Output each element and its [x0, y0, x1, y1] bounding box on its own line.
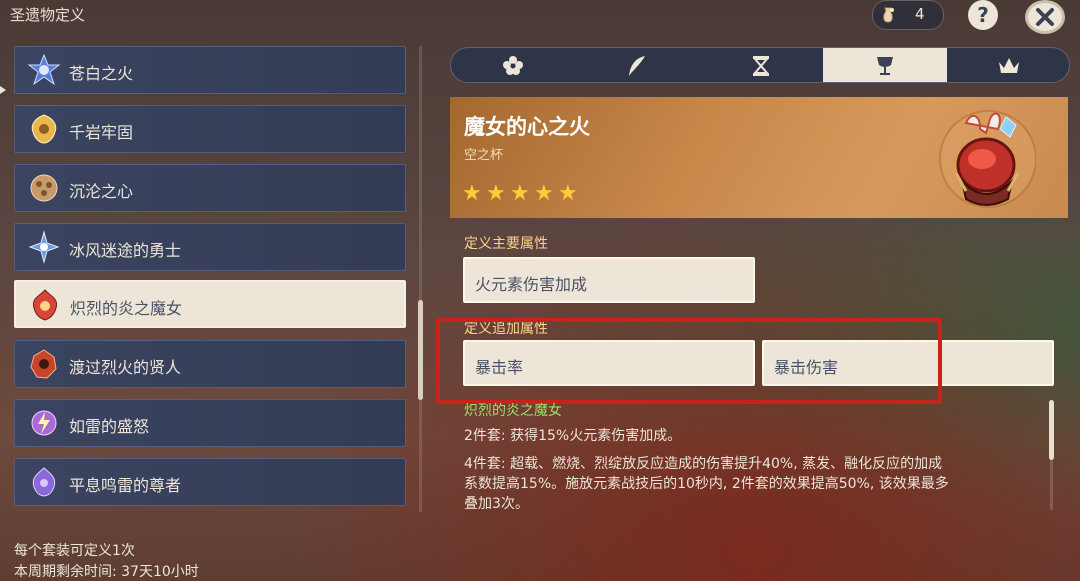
- set-item-label: 冰风迷途的勇士: [69, 241, 182, 260]
- dust-vial-icon: [883, 7, 894, 23]
- set-item[interactable]: 渡过烈火的贤人: [14, 340, 406, 388]
- set-item-selected[interactable]: 炽烈的炎之魔女: [14, 280, 406, 328]
- set-item[interactable]: 冰风迷途的勇士: [14, 223, 406, 271]
- close-icon: [1036, 8, 1054, 26]
- currency-count: 4: [915, 5, 925, 23]
- goblet-icon: [877, 57, 893, 75]
- heart-of-depth-icon: [30, 174, 58, 202]
- blizzard-strayer-icon: [28, 230, 60, 264]
- artifact-slot: 空之杯: [464, 148, 504, 163]
- page-title: 圣遗物定义: [10, 6, 86, 24]
- star-icon: ★: [462, 181, 482, 206]
- currency-counter[interactable]: 4: [872, 0, 944, 30]
- sands-icon: [752, 56, 770, 76]
- set-bonus-two-piece: 2件套: 获得15%火元素伤害加成。: [464, 428, 682, 444]
- set-item[interactable]: 千岩牢固: [14, 105, 406, 153]
- crimson-witch-icon: [32, 289, 58, 321]
- rarity-stars: ★ ★ ★ ★ ★: [462, 181, 582, 206]
- set-item[interactable]: 苍白之火: [14, 46, 406, 94]
- artifact-set-list: 苍白之火 千岩牢固 沉沦之心 冰风迷途的勇士 炽烈的炎之魔女 渡过烈火的贤人 如…: [14, 46, 408, 512]
- plume-icon: [629, 56, 645, 76]
- pale-flame-icon: [27, 53, 61, 86]
- set-item-label: 炽烈的炎之魔女: [70, 299, 183, 318]
- set-bonus-four-piece-line: 4件套: 超载、燃烧、烈绽放反应造成的伤害提升40%, 蒸发、融化反应的加成: [464, 456, 943, 472]
- cycle-remaining-time: 本周期剩余时间: 37天10小时: [14, 564, 199, 580]
- artifact-card: 魔女的心之火 空之杯 ★ ★ ★ ★ ★: [450, 97, 1068, 218]
- set-bonus-four-piece-line: 系数提高15%。施放元素战技后的10秒内, 2件套的效果提高50%, 该效果最多: [464, 476, 949, 492]
- list-scrollbar-thumb[interactable]: [418, 300, 423, 400]
- star-icon: ★: [534, 181, 554, 206]
- star-icon: ★: [558, 181, 578, 206]
- tab-circlet[interactable]: [947, 48, 1069, 82]
- thundering-fury-icon: [31, 410, 57, 436]
- artifact-slot-tabs: [450, 47, 1070, 83]
- set-item[interactable]: 沉沦之心: [14, 164, 406, 212]
- witchs-heart-flames-icon: [939, 110, 1036, 208]
- flower-icon: [503, 56, 523, 75]
- artifact-name: 魔女的心之火: [464, 115, 590, 139]
- set-item[interactable]: 如雷的盛怒: [14, 399, 406, 447]
- bonus-scrollbar-thumb[interactable]: [1049, 400, 1054, 460]
- main-stat-value: 火元素伤害加成: [475, 275, 588, 294]
- set-bonus-four-piece-line: 叠加3次。: [464, 496, 529, 512]
- tenacity-icon: [31, 114, 57, 144]
- tab-flower[interactable]: [451, 48, 575, 82]
- thundersoother-icon: [32, 467, 56, 497]
- set-bonus-name: 炽烈的炎之魔女: [464, 403, 562, 419]
- set-item-label: 平息鸣雷的尊者: [69, 476, 182, 495]
- set-item-label: 如雷的盛怒: [69, 417, 150, 436]
- highlight-annotation-box: [436, 318, 942, 404]
- set-item-label: 渡过烈火的贤人: [69, 358, 182, 377]
- main-stat-title: 定义主要属性: [464, 236, 548, 252]
- main-stat-select[interactable]: 火元素伤害加成: [463, 257, 755, 303]
- close-button[interactable]: [1025, 0, 1065, 34]
- definition-limit-note: 每个套装可定义1次: [14, 543, 135, 559]
- tab-sands[interactable]: [699, 48, 823, 82]
- set-item-label: 千岩牢固: [69, 123, 134, 142]
- star-icon: ★: [486, 181, 506, 206]
- list-scrollbar-track[interactable]: [419, 46, 422, 512]
- collapse-caret-icon: [0, 86, 6, 94]
- set-item-label: 苍白之火: [69, 64, 134, 83]
- circlet-icon: [999, 58, 1019, 73]
- help-button[interactable]: ?: [968, 0, 998, 30]
- star-icon: ★: [510, 181, 530, 206]
- set-item-label: 沉沦之心: [69, 182, 134, 201]
- tab-goblet[interactable]: [823, 48, 947, 82]
- lavawalker-icon: [30, 349, 57, 379]
- tab-plume[interactable]: [575, 48, 699, 82]
- set-item[interactable]: 平息鸣雷的尊者: [14, 458, 406, 506]
